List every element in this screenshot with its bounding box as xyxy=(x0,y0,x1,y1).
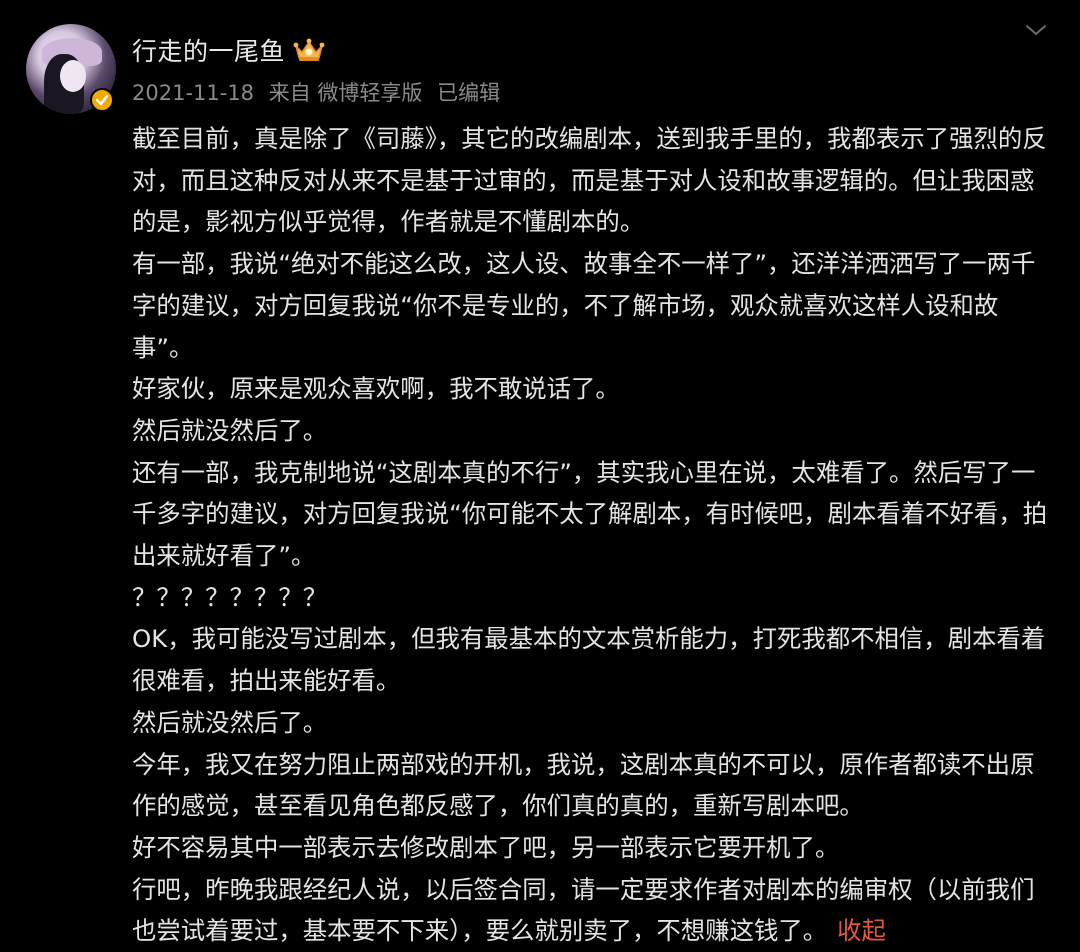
paragraph-last: 行吧，昨晚我跟经纪人说，以后签合同，请一定要求作者对剧本的编审权（以前我们也尝试… xyxy=(132,869,1052,952)
paragraph: ？？？？？？？？ xyxy=(132,582,328,612)
paragraph: 还有一部，我克制地说“这剧本真的不行”，其实我心里在说，太难看了。然后写了一千多… xyxy=(132,457,1048,571)
paragraph: 有一部，我说“绝对不能这么改，这人设、故事全不一样了”，还洋洋洒洒写了一两千字的… xyxy=(132,249,1036,362)
paragraph: 好家伙，原来是观众喜欢啊，我不敢说话了。 xyxy=(132,374,620,404)
member-crown-icon[interactable] xyxy=(292,36,326,64)
verified-badge-icon xyxy=(90,88,114,112)
post-date: 2021-11-18 xyxy=(132,81,255,105)
paragraph: 截至目前，真是除了《司藤》，其它的改编剧本，送到我手里的，我都表示了强烈的反对，… xyxy=(132,124,1047,237)
username[interactable]: 行走的一尾鱼 xyxy=(132,32,285,68)
post-source: 来自 微博轻享版 xyxy=(268,81,423,105)
paragraph: 好不容易其中一部表示去修改剧本了吧，另一部表示它要开机了。 xyxy=(132,832,840,862)
avatar-face xyxy=(60,60,86,92)
edited-label: 已编辑 xyxy=(437,81,501,105)
weibo-post: 行走的一尾鱼 2021-11-18 来自 微博轻享版 已编辑 截至目前，真是除了… xyxy=(0,0,1080,945)
paragraph: OK，我可能没写过剧本，但我有最基本的文本赏析能力，打死我都不相信，剧本看着很难… xyxy=(132,624,1046,696)
paragraph: 然后就没然后了。 xyxy=(132,707,328,737)
paragraph-last-text: 行吧，昨晚我跟经纪人说，以后签合同，请一定要求作者对剧本的编审权（以前我们也尝试… xyxy=(132,874,1035,946)
paragraph: 今年，我又在努力阻止两部戏的开机，我说，这剧本真的不可以，原作者都读不出原作的感… xyxy=(132,749,1035,821)
collapse-link[interactable]: 收起 xyxy=(837,916,886,945)
chevron-down-icon[interactable] xyxy=(1024,22,1048,38)
post-body: 截至目前，真是除了《司藤》，其它的改编剧本，送到我手里的，我都表示了强烈的反对，… xyxy=(132,118,1052,952)
paragraph: 然后就没然后了。 xyxy=(132,415,328,445)
post-meta: 2021-11-18 来自 微博轻享版 已编辑 xyxy=(132,77,508,107)
